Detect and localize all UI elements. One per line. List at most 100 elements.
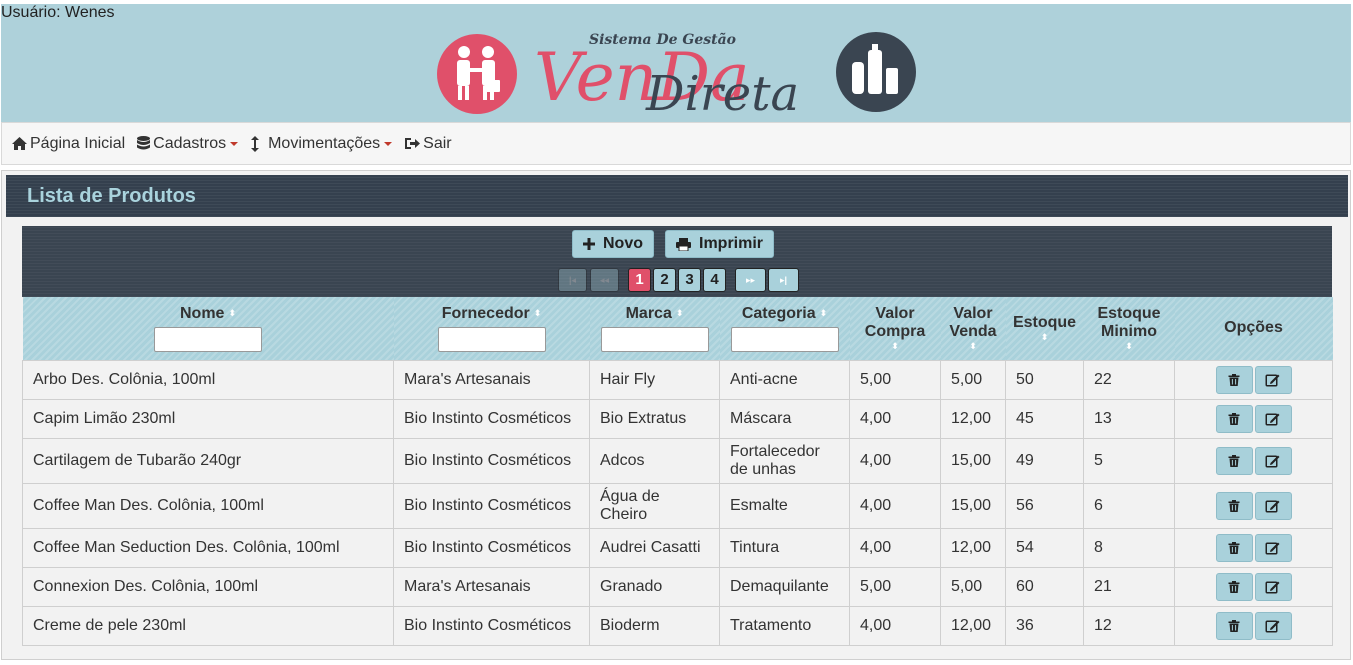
cell-marca: Adcos	[589, 437, 720, 484]
edit-icon	[1265, 500, 1280, 512]
table-row: Capim Limão 230ml Bio Instinto Cosméticos…	[22, 398, 1333, 439]
cell-estoque-minimo: 21	[1083, 566, 1175, 607]
col-valor-venda-label-1: Valor	[953, 305, 993, 323]
edit-icon	[1265, 581, 1280, 593]
col-nome[interactable]: Nome ⬍	[22, 297, 394, 360]
page-button-3[interactable]: 3	[678, 268, 701, 292]
cell-opcoes	[1174, 437, 1333, 484]
edit-button[interactable]	[1254, 611, 1292, 640]
sort-icon: ⬍	[969, 341, 977, 352]
col-valor-compra-label-1: Valor	[875, 305, 915, 323]
cell-estoque-minimo: 12	[1083, 605, 1175, 646]
cell-nome: Connexion Des. Colônia, 100ml	[22, 566, 394, 607]
delete-button[interactable]	[1215, 446, 1253, 475]
nav-cadastros[interactable]: Cadastros	[137, 135, 239, 153]
table-row: Cartilagem de Tubarão 240gr Bio Instinto …	[22, 437, 1333, 484]
cell-nome: Creme de pele 230ml	[22, 605, 394, 646]
col-opcoes-label: Opções	[1224, 319, 1283, 337]
cell-valor-compra: 4,00	[849, 437, 941, 484]
main-nav: Página Inicial Cadastros Movimentações S…	[1, 122, 1351, 165]
trash-icon	[1228, 619, 1240, 632]
panel-title: Lista de Produtos	[6, 175, 1348, 217]
nav-movimentacoes-label: Movimentações	[268, 134, 381, 152]
nav-home-label: Página Inicial	[30, 134, 126, 152]
delete-button[interactable]	[1215, 611, 1253, 640]
edit-button[interactable]	[1254, 491, 1292, 520]
trash-icon	[1228, 373, 1240, 386]
cell-estoque-minimo: 6	[1083, 482, 1175, 529]
cell-estoque-minimo: 22	[1083, 359, 1175, 400]
new-button[interactable]: Novo	[572, 230, 654, 258]
cell-nome: Arbo Des. Colônia, 100ml	[22, 359, 394, 400]
sort-icon: ⬍	[1040, 332, 1049, 343]
delete-button[interactable]	[1215, 533, 1253, 562]
table-row: Connexion Des. Colônia, 100ml Mara's Arte…	[22, 566, 1333, 607]
page-button-1[interactable]: 1	[628, 268, 651, 292]
database-icon	[137, 136, 151, 150]
new-button-label: Novo	[603, 235, 643, 252]
edit-button[interactable]	[1254, 404, 1292, 433]
col-estoque-minimo[interactable]: Estoque Minimo ⬍	[1083, 297, 1175, 360]
edit-icon	[1265, 374, 1280, 386]
page-button-4[interactable]: 4	[703, 268, 726, 292]
cell-nome: Coffee Man Des. Colônia, 100ml	[22, 482, 394, 529]
trash-icon	[1228, 499, 1240, 512]
sort-icon: ⬍	[891, 341, 899, 352]
cell-fornecedor: Bio Instinto Cosméticos	[393, 482, 590, 529]
sort-icon: ⬍	[675, 308, 684, 319]
cell-fornecedor: Bio Instinto Cosméticos	[393, 437, 590, 484]
edit-button[interactable]	[1254, 572, 1292, 601]
plus-icon	[583, 238, 595, 250]
cell-estoque: 49	[1005, 437, 1084, 484]
prev-page-button[interactable]: ◂◂	[590, 268, 619, 292]
col-fornecedor[interactable]: Fornecedor ⬍	[393, 297, 590, 360]
col-valor-compra[interactable]: Valor Compra ⬍	[849, 297, 941, 360]
nav-sair[interactable]: Sair	[404, 134, 452, 153]
delete-button[interactable]	[1215, 365, 1253, 394]
venda-direta-logo: Sistema De Gestão VenDa Direta	[437, 31, 916, 118]
col-categoria[interactable]: Categoria ⬍	[719, 297, 850, 360]
delete-button[interactable]	[1215, 572, 1253, 601]
cell-valor-compra: 4,00	[849, 527, 941, 568]
filter-marca-input[interactable]	[600, 326, 709, 352]
page-button-2[interactable]: 2	[653, 268, 676, 292]
print-button[interactable]: Imprimir	[665, 230, 775, 258]
last-page-button[interactable]: ▸|	[768, 268, 799, 292]
col-nome-label: Nome	[180, 304, 225, 322]
sign-out-icon	[405, 138, 421, 149]
col-estoque[interactable]: Estoque ⬍	[1005, 297, 1084, 360]
cell-fornecedor: Bio Instinto Cosméticos	[393, 527, 590, 568]
col-valor-venda-label-2: Venda	[949, 323, 997, 341]
delete-button[interactable]	[1215, 491, 1253, 520]
col-opcoes: Opções	[1174, 297, 1333, 360]
edit-button[interactable]	[1254, 446, 1292, 475]
first-page-button[interactable]: |◂	[558, 268, 587, 292]
cell-estoque: 56	[1005, 482, 1084, 529]
col-valor-venda[interactable]: Valor Venda ⬍	[940, 297, 1006, 360]
edit-icon	[1265, 455, 1280, 467]
delete-button[interactable]	[1215, 404, 1253, 433]
cell-opcoes	[1174, 605, 1333, 646]
trash-icon	[1228, 412, 1240, 425]
filter-fornecedor-input[interactable]	[437, 326, 546, 352]
trash-icon	[1228, 541, 1240, 554]
edit-button[interactable]	[1254, 365, 1292, 394]
filter-nome-input[interactable]	[154, 326, 262, 352]
edit-button[interactable]	[1254, 533, 1292, 562]
nav-sair-label: Sair	[423, 134, 452, 152]
cell-valor-compra: 5,00	[849, 359, 941, 400]
printer-icon	[676, 237, 691, 251]
cell-valor-compra: 4,00	[849, 398, 941, 439]
cell-estoque: 45	[1005, 398, 1084, 439]
cell-opcoes	[1174, 566, 1333, 607]
col-marca[interactable]: Marca ⬍	[589, 297, 720, 360]
next-page-button[interactable]: ▸▸	[735, 268, 766, 292]
nav-movimentacoes[interactable]: Movimentações	[250, 134, 393, 153]
home-icon	[12, 137, 27, 150]
cell-marca: Granado	[589, 566, 720, 607]
cell-fornecedor: Mara's Artesanais	[393, 566, 590, 607]
filter-categoria-input[interactable]	[730, 326, 839, 352]
nav-home[interactable]: Página Inicial	[12, 135, 125, 153]
cell-valor-compra: 4,00	[849, 482, 941, 529]
cell-valor-venda: 12,00	[940, 605, 1006, 646]
